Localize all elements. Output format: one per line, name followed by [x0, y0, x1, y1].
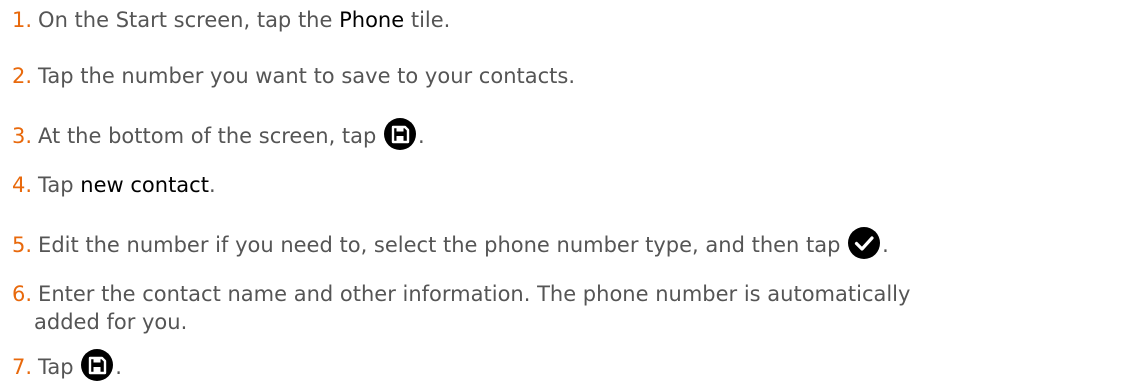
step-6: 6. Enter the contact name and other infor… [12, 280, 1142, 336]
save-icon [80, 348, 114, 382]
step-text: Tap [38, 355, 81, 379]
step-text: Enter the contact name and other informa… [38, 282, 911, 306]
step-7: 7. Tap . [12, 348, 1142, 382]
step-1: 1. On the Start screen, tap the Phone til… [12, 6, 1142, 34]
step-text: Tap [38, 173, 81, 197]
step-number: 1. [12, 8, 33, 32]
step-4: 4. Tap new contact. [12, 171, 1142, 199]
step-number: 3. [12, 124, 33, 148]
instruction-steps: 1. On the Start screen, tap the Phone til… [0, 0, 1142, 390]
step-text: On the Start screen, tap the [38, 8, 340, 32]
step-text: Edit the number if you need to, select t… [38, 233, 848, 257]
step-text: . [115, 355, 122, 379]
step-number: 7. [12, 355, 33, 379]
phone-tile-label: Phone [339, 8, 405, 32]
step-text-continued: added for you. [34, 310, 188, 334]
step-text: . [418, 124, 425, 148]
step-number: 2. [12, 64, 33, 88]
save-icon [383, 117, 417, 151]
check-icon [847, 226, 881, 260]
step-text: Tap the number you want to save to your … [38, 64, 576, 88]
step-2: 2. Tap the number you want to save to you… [12, 62, 1142, 90]
step-number: 5. [12, 233, 33, 257]
step-number: 4. [12, 173, 33, 197]
step-text: . [882, 233, 889, 257]
step-text: . [208, 173, 216, 197]
step-text: At the bottom of the screen, tap [38, 124, 384, 148]
step-5: 5. Edit the number if you need to, select… [12, 226, 1142, 260]
step-number: 6. [12, 282, 33, 306]
step-3: 3. At the bottom of the screen, tap . [12, 117, 1142, 151]
step-text: tile. [404, 8, 451, 32]
new-contact-label: new contact [80, 173, 209, 197]
